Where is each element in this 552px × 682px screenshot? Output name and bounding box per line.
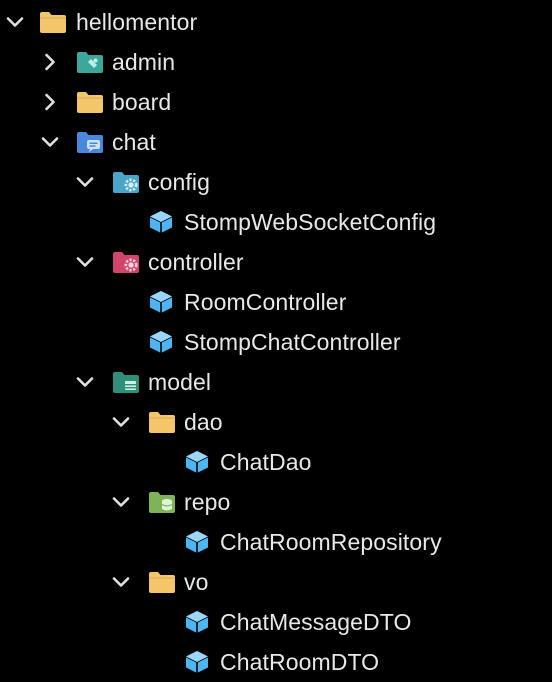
- tree-node-label: vo: [184, 569, 209, 595]
- tree-node-dao[interactable]: dao: [0, 402, 552, 442]
- tree-node-room-controller[interactable]: RoomController: [0, 282, 552, 322]
- tree-node-label: controller: [148, 249, 244, 275]
- tree-node-chat[interactable]: chat: [0, 122, 552, 162]
- class-cube-icon: [148, 330, 176, 354]
- chevron-down-icon[interactable]: [72, 169, 98, 195]
- tree-node-label: dao: [184, 409, 223, 435]
- tree-node-stomp-chat-controller[interactable]: StompChatController: [0, 322, 552, 362]
- class-cube-icon: [148, 290, 176, 314]
- class-cube-icon: [148, 210, 176, 234]
- class-cube-icon: [184, 530, 212, 554]
- tree-node-vo[interactable]: vo: [0, 562, 552, 602]
- tree-node-label: hellomentor: [76, 9, 198, 35]
- folder-admin-icon: [76, 50, 104, 74]
- tree-node-label: StompChatController: [184, 329, 401, 355]
- tree-node-label: admin: [112, 49, 176, 75]
- tree-node-label: RoomController: [184, 289, 347, 315]
- tree-node-controller[interactable]: controller: [0, 242, 552, 282]
- project-tree: hellomentor admin board chat config Stom…: [0, 0, 552, 682]
- folder-repo-icon: [148, 490, 176, 514]
- tree-node-hellomentor[interactable]: hellomentor: [0, 2, 552, 42]
- folder-chat-icon: [76, 130, 104, 154]
- tree-node-label: ChatRoomDTO: [220, 649, 380, 675]
- tree-node-repo[interactable]: repo: [0, 482, 552, 522]
- chevron-down-icon[interactable]: [108, 569, 134, 595]
- folder-model-icon: [112, 370, 140, 394]
- chevron-down-icon[interactable]: [72, 369, 98, 395]
- tree-node-stomp-websocket-config[interactable]: StompWebSocketConfig: [0, 202, 552, 242]
- tree-node-label: board: [112, 89, 172, 115]
- chevron-down-icon[interactable]: [108, 409, 134, 435]
- class-cube-icon: [184, 650, 212, 674]
- tree-node-label: config: [148, 169, 210, 195]
- tree-node-board[interactable]: board: [0, 82, 552, 122]
- folder-icon: [148, 410, 176, 434]
- folder-config-icon: [112, 170, 140, 194]
- tree-node-label: ChatDao: [220, 449, 312, 475]
- tree-node-admin[interactable]: admin: [0, 42, 552, 82]
- tree-node-label: repo: [184, 489, 231, 515]
- tree-node-label: chat: [112, 129, 156, 155]
- class-cube-icon: [184, 450, 212, 474]
- tree-node-label: ChatRoomRepository: [220, 529, 442, 555]
- chevron-down-icon[interactable]: [108, 489, 134, 515]
- chevron-right-icon[interactable]: [37, 49, 63, 75]
- chevron-down-icon[interactable]: [2, 9, 28, 35]
- tree-node-chat-message-dto[interactable]: ChatMessageDTO: [0, 602, 552, 642]
- tree-node-label: StompWebSocketConfig: [184, 209, 437, 235]
- class-cube-icon: [184, 610, 212, 634]
- chevron-down-icon[interactable]: [37, 129, 63, 155]
- folder-icon: [148, 570, 176, 594]
- folder-controller-icon: [112, 250, 140, 274]
- chevron-down-icon[interactable]: [72, 249, 98, 275]
- tree-node-label: ChatMessageDTO: [220, 609, 412, 635]
- tree-node-chat-room-repository[interactable]: ChatRoomRepository: [0, 522, 552, 562]
- folder-icon: [76, 90, 104, 114]
- chevron-right-icon[interactable]: [37, 89, 63, 115]
- tree-node-config[interactable]: config: [0, 162, 552, 202]
- tree-node-label: model: [148, 369, 212, 395]
- folder-icon: [39, 10, 67, 34]
- tree-node-chat-dao[interactable]: ChatDao: [0, 442, 552, 482]
- tree-node-model[interactable]: model: [0, 362, 552, 402]
- tree-node-chat-room-dto[interactable]: ChatRoomDTO: [0, 642, 552, 682]
